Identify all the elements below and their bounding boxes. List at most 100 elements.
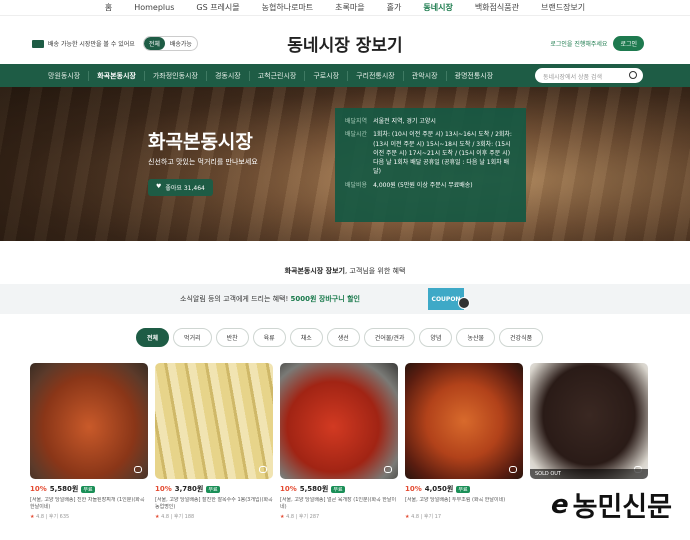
- top-nav-item[interactable]: Homeplus: [134, 3, 174, 12]
- free-shipping-badge: 무료: [456, 485, 470, 493]
- nongmin-watermark: e 농민신문: [544, 483, 678, 526]
- heart-icon[interactable]: [509, 466, 517, 473]
- truck-icon: [32, 39, 44, 48]
- product-price: 5,580원: [49, 485, 79, 493]
- product-image[interactable]: [280, 363, 398, 479]
- heart-icon[interactable]: [134, 466, 142, 473]
- free-shipping-badge: 무료: [331, 485, 345, 493]
- search-input[interactable]: 동네시장에서 상품 검색: [535, 68, 643, 83]
- like-button[interactable]: ♥ 좋아요 31,464: [148, 179, 213, 196]
- product-price: 5,580원: [299, 485, 329, 493]
- top-nav-item[interactable]: 홈: [105, 2, 112, 13]
- rating-text: 4.8 | 후기 287: [286, 514, 320, 520]
- search-placeholder: 동네시장에서 상품 검색: [543, 74, 603, 81]
- product-price-row: 10% 3,780원 무료: [155, 484, 273, 494]
- market-tab[interactable]: 가좌정인동시장: [143, 70, 206, 81]
- product-price-row: 10% 5,580원 무료: [280, 484, 398, 494]
- discount-rate: 10%: [155, 485, 172, 493]
- rating-text: 4.8 | 후기 188: [161, 514, 195, 520]
- product-price-row: 10% 5,580원 무료: [30, 484, 148, 494]
- top-nav-item[interactable]: 초록마을: [335, 2, 364, 13]
- delivery-toggle[interactable]: 전체 배송가능: [142, 36, 198, 51]
- product-card[interactable]: 10% 4,050원 무료 [서울, 고양 당일배송] 두부조림 (화곡 한날이네) ★…: [405, 363, 523, 520]
- info-row: 배달지역 서울전 지역, 경기 고양시: [345, 117, 516, 126]
- info-value: 4,000원 (5만원 이상 주문시 무료배송): [373, 181, 473, 189]
- market-tab[interactable]: 경동시장: [205, 70, 249, 81]
- info-label: 배달지역: [345, 118, 368, 125]
- product-card[interactable]: 10% 5,580원 무료 [서울, 고양 당일배송] 진한 차돌된장찌개 (1인분)…: [30, 363, 148, 520]
- sold-out-badge: SOLD OUT: [530, 469, 648, 479]
- delivery-text: 배송 가능한 시장만을 볼 수 있어요: [48, 41, 135, 48]
- product-rating: ★ 4.8 | 후기 287: [280, 513, 398, 520]
- product-price: 3,780원: [174, 485, 204, 493]
- top-nav-item[interactable]: 농협하나로마트: [262, 2, 314, 13]
- site-logo[interactable]: 동네시장 장보기: [287, 31, 402, 56]
- info-label: 배달시간: [345, 131, 368, 139]
- market-tab[interactable]: 망원동시장: [40, 71, 88, 81]
- market-tab[interactable]: 고척근린시장: [248, 70, 305, 81]
- product-image[interactable]: SOLD OUT: [530, 363, 648, 479]
- watermark-logo-mark: e: [550, 489, 569, 520]
- product-image[interactable]: [155, 363, 273, 479]
- market-subtitle: 신선하고 맛있는 먹거리를 만나보세요: [148, 158, 258, 166]
- product-rating: ★ 4.8 | 후기 17: [405, 513, 523, 520]
- coupon-text: 소식알림 등의 고객에게 드리는 혜택! 5000원 장바구니 할인: [180, 294, 360, 304]
- product-card[interactable]: 10% 5,580원 무료 [서울, 고양 당일배송] 얼큰 육개장 (1인분)(화곡…: [280, 363, 398, 520]
- top-nav: 홈 Homeplus GS 프레시몰 농협하나로마트 초록마을 홀가 동네시장 백화점식품관 브…: [0, 0, 690, 16]
- discount-rate: 10%: [280, 485, 297, 493]
- market-tab[interactable]: 구로시장: [304, 70, 347, 81]
- heart-icon[interactable]: [259, 466, 267, 473]
- filter-tab[interactable]: 육류: [252, 328, 286, 347]
- delivery-info-box: 배달지역 서울전 지역, 경기 고양시 배달시간 1회차: (10시 이전 주문 시)…: [335, 108, 526, 222]
- product-name[interactable]: [서울, 고양 당일배송] 얼큰 육개장 (1인분)(화곡 한날이네): [280, 497, 398, 511]
- top-nav-item[interactable]: GS 프레시몰: [196, 2, 239, 13]
- search-icon[interactable]: [629, 71, 637, 79]
- heart-icon[interactable]: [384, 466, 392, 473]
- product-name[interactable]: [서울, 고양 당일배송] 진한 차돌된장찌개 (1인분)(화곡 한날이네): [30, 497, 148, 511]
- like-count: 좋아요 31,464: [165, 185, 205, 192]
- product-image[interactable]: [405, 363, 523, 479]
- filter-tab[interactable]: 전체: [136, 328, 170, 347]
- heart-icon: ♥: [156, 183, 162, 190]
- info-value: 서울전 지역, 경기 고양시: [373, 118, 436, 125]
- toggle-all[interactable]: 전체: [143, 37, 165, 50]
- market-tab[interactable]: 구리전통시장: [347, 70, 403, 81]
- product-card[interactable]: 10% 3,780원 무료 [서울, 고양 당일배송] 찰진한 찰옥수수 1봉(3개입…: [155, 363, 273, 520]
- product-price-row: 10% 4,050원 무료: [405, 484, 523, 494]
- filter-tab[interactable]: 건어물/견과: [363, 328, 416, 347]
- header: 배송 가능한 시장만을 볼 수 있어요 전체 배송가능 동네시장 장보기 로그인…: [0, 16, 690, 64]
- product-name[interactable]: [서울, 고양 당일배송] 찰진한 찰옥수수 1봉(3개입)(화곡 농업명인): [155, 497, 273, 511]
- market-tab[interactable]: 화곡본동시장: [88, 70, 144, 81]
- market-title: 화곡본동시장: [148, 131, 253, 153]
- toggle-deliverable[interactable]: 배송가능: [165, 37, 197, 50]
- market-category-nav: 망원동시장 화곡본동시장 가좌정인동시장 경동시장 고척근린시장 구로시장 구리전통시장 관악…: [0, 64, 690, 87]
- market-tab[interactable]: 광명전통시장: [445, 70, 502, 81]
- discount-rate: 10%: [405, 485, 422, 493]
- info-row: 배달비용 4,000원 (5만원 이상 주문시 무료배송): [345, 181, 516, 190]
- coupon-banner: 소식알림 등의 고객에게 드리는 혜택! 5000원 장바구니 할인 COUPO…: [0, 284, 690, 314]
- filter-tab[interactable]: 반찬: [215, 328, 249, 347]
- free-shipping-badge: 무료: [206, 485, 220, 493]
- download-icon[interactable]: [458, 297, 470, 309]
- product-image[interactable]: [30, 363, 148, 479]
- product-name[interactable]: [서울, 고양 당일배송] 두부조림 (화곡 한날이네): [405, 497, 523, 511]
- filter-tab[interactable]: 먹거리: [173, 328, 212, 347]
- filter-tab[interactable]: 채소: [289, 328, 323, 347]
- benefit-heading-bold: 화곡본동시장 장보기: [284, 267, 345, 275]
- product-price: 4,050원: [424, 485, 454, 493]
- top-nav-item[interactable]: 동네시장: [423, 2, 452, 13]
- top-nav-item[interactable]: 브랜드장보기: [541, 2, 585, 13]
- benefit-heading: 화곡본동시장 장보기, 고객님을 위한 혜택: [0, 266, 690, 276]
- login-button[interactable]: 로그인: [613, 36, 644, 51]
- filter-tab[interactable]: 농산물: [456, 328, 496, 347]
- benefit-heading-rest: , 고객님을 위한 혜택: [344, 267, 406, 275]
- rating-text: 4.8 | 후기 17: [411, 514, 442, 520]
- market-tab[interactable]: 관악시장: [402, 70, 446, 81]
- coupon-highlight: 5000원 장바구니 할인: [290, 295, 360, 303]
- top-nav-item[interactable]: 백화점식품관: [475, 2, 519, 13]
- filter-tab[interactable]: 생선: [326, 328, 360, 347]
- market-tabs: 망원동시장 화곡본동시장 가좌정인동시장 경동시장 고척근린시장 구로시장 구리전통시장 관악…: [40, 70, 502, 81]
- filter-tab[interactable]: 건강식품: [499, 328, 544, 347]
- filter-tab[interactable]: 양념: [419, 328, 453, 347]
- top-nav-item[interactable]: 홀가: [387, 2, 402, 13]
